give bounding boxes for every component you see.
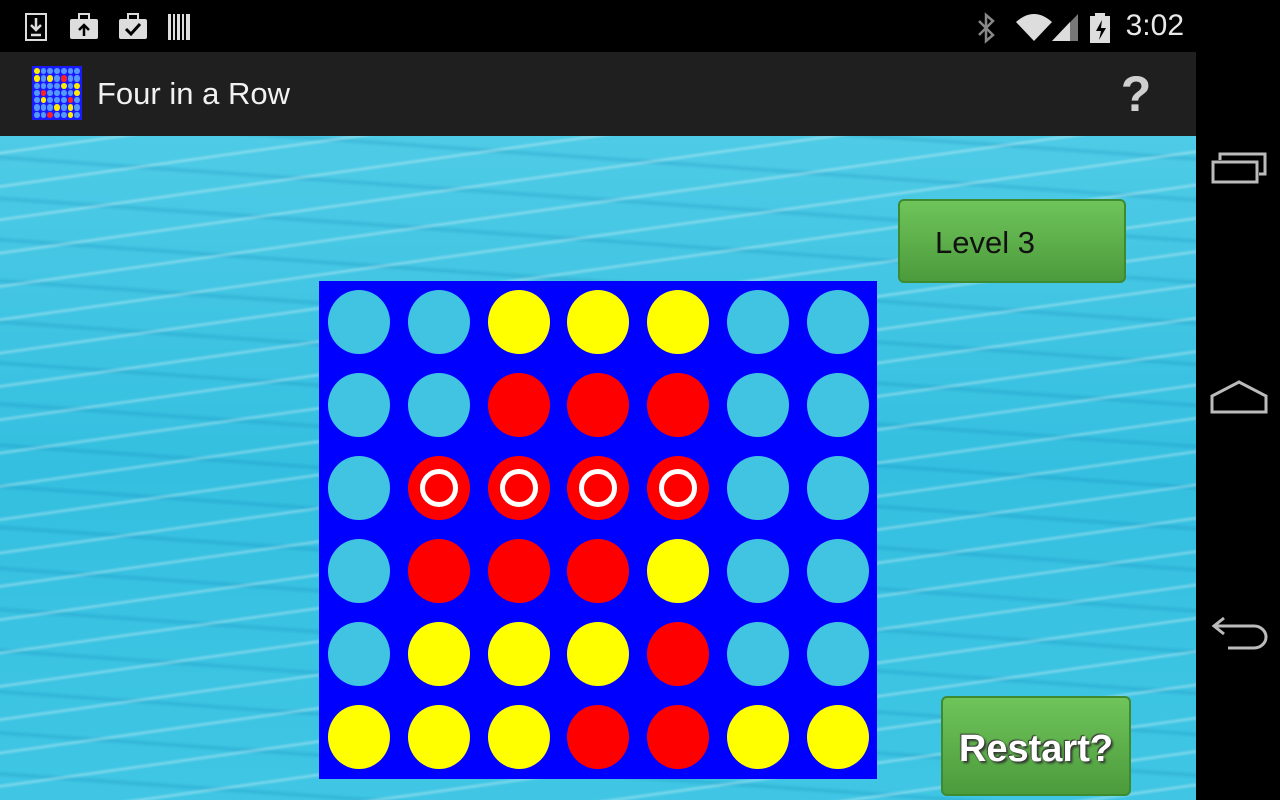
board-cell-r3-c1[interactable] — [328, 456, 390, 520]
board-cell-r2-c6[interactable] — [727, 373, 789, 437]
board-cell-r1-c1[interactable] — [328, 290, 390, 354]
battery-charging-icon — [1090, 13, 1110, 43]
board-cell-r2-c5[interactable] — [647, 373, 710, 437]
board-cell-r6-c7[interactable] — [806, 705, 869, 769]
board-cell-r4-c2[interactable] — [407, 539, 470, 603]
board-cell-r5-c7[interactable] — [806, 622, 869, 686]
board-cell-r4-c3[interactable] — [487, 539, 550, 603]
board-cell-r2-c3[interactable] — [487, 373, 550, 437]
bluetooth-icon — [978, 12, 995, 44]
board-cell-r2-c2[interactable] — [407, 373, 470, 437]
board-cell-r2-c4[interactable] — [567, 373, 630, 437]
help-button[interactable]: ? — [1116, 64, 1156, 124]
clock: 3:02 — [1125, 9, 1184, 42]
navigation-bar — [1196, 0, 1280, 800]
board-cell-r4-c7[interactable] — [806, 539, 869, 603]
status-bar: 3:02 — [0, 0, 1196, 52]
board-cell-r6-c4[interactable] — [567, 705, 630, 769]
board-cell-r1-c2[interactable] — [407, 290, 470, 354]
back-icon[interactable] — [1208, 606, 1270, 656]
board-cell-r4-c5[interactable] — [647, 539, 710, 603]
board-cell-r1-c5[interactable] — [647, 290, 710, 354]
barcode-icon — [168, 14, 190, 40]
board-cell-r1-c4[interactable] — [567, 290, 630, 354]
board-cell-r6-c3[interactable] — [487, 705, 550, 769]
board-cell-r5-c1[interactable] — [328, 622, 390, 686]
board-cell-r5-c4[interactable] — [567, 622, 630, 686]
board-cell-r3-c2[interactable] — [407, 456, 470, 520]
board-cell-r4-c1[interactable] — [328, 539, 390, 603]
restart-label: Restart? — [958, 728, 1114, 770]
board-cell-r3-c7[interactable] — [806, 456, 869, 520]
board-cell-r4-c4[interactable] — [567, 539, 630, 603]
home-icon[interactable] — [1208, 374, 1270, 424]
board-cell-r6-c6[interactable] — [727, 705, 789, 769]
restart-button[interactable]: Restart? — [941, 696, 1131, 796]
board-cell-r6-c1[interactable] — [328, 705, 390, 769]
board-cell-r4-c6[interactable] — [727, 539, 789, 603]
game-area: Level 3 Restart? — [0, 136, 1196, 800]
download-icon — [25, 13, 47, 41]
briefcase-upload-icon — [70, 13, 98, 39]
board-cell-r1-c3[interactable] — [487, 290, 550, 354]
board-cell-r3-c3[interactable] — [487, 456, 550, 520]
signal-icon — [1052, 14, 1078, 41]
board-cell-r3-c6[interactable] — [727, 456, 789, 520]
board-cell-r6-c5[interactable] — [647, 705, 710, 769]
board-cell-r6-c2[interactable] — [407, 705, 470, 769]
board-cell-r5-c3[interactable] — [487, 622, 550, 686]
app-title: Four in a Row — [97, 76, 290, 111]
board-cell-r3-c5[interactable] — [647, 456, 710, 520]
app-grid-icon — [32, 66, 82, 120]
board-cell-r5-c2[interactable] — [407, 622, 470, 686]
action-bar: Four in a Row ? — [0, 52, 1196, 138]
board-cell-r1-c6[interactable] — [727, 290, 789, 354]
board-cell-r2-c1[interactable] — [328, 373, 390, 437]
recent-apps-icon[interactable] — [1208, 142, 1270, 192]
wifi-icon — [1016, 14, 1052, 41]
board-cell-r1-c7[interactable] — [806, 290, 869, 354]
level-badge: Level 3 — [898, 199, 1126, 283]
board-cell-r2-c7[interactable] — [806, 373, 869, 437]
game-board[interactable] — [319, 281, 877, 779]
board-cell-r5-c6[interactable] — [727, 622, 789, 686]
board-cell-r5-c5[interactable] — [647, 622, 710, 686]
briefcase-check-icon — [119, 13, 147, 39]
board-cell-r3-c4[interactable] — [567, 456, 630, 520]
level-label: Level 3 — [935, 225, 1035, 260]
